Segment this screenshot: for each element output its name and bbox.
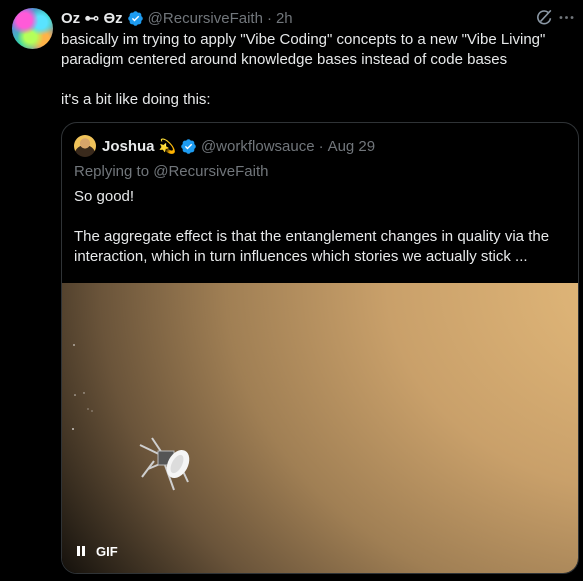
quoted-tweet-text: So good! The aggregate effect is that th… bbox=[74, 187, 570, 267]
quoted-author-name[interactable]: Joshua bbox=[102, 138, 155, 155]
quoted-text-line: So good! bbox=[74, 188, 135, 205]
grok-icon[interactable] bbox=[535, 8, 554, 27]
tweet-text-line: it's a bit like doing this: bbox=[61, 91, 211, 108]
tweet-text: basically im trying to apply "Vibe Codin… bbox=[61, 30, 566, 110]
sparkle-emoji-icon: 💫 bbox=[158, 137, 176, 154]
quoted-author-avatar[interactable] bbox=[74, 135, 96, 157]
verified-badge-icon bbox=[181, 138, 196, 154]
separator-dot: · bbox=[266, 9, 272, 27]
gif-badge: GIF bbox=[96, 543, 118, 559]
author-handle[interactable]: @RecursiveFaith bbox=[148, 10, 263, 27]
gif-media[interactable]: GIF bbox=[62, 283, 578, 573]
quoted-tweet-header: Joshua 💫 @workflowsauce · Aug 29 bbox=[74, 135, 376, 157]
tweet-text-line: basically im trying to apply "Vibe Codin… bbox=[61, 31, 546, 48]
more-icon[interactable] bbox=[557, 8, 576, 27]
verified-badge-icon bbox=[127, 10, 143, 26]
gif-controls: GIF bbox=[74, 541, 118, 561]
tweet[interactable]: Oz ⊷ Ɵz @RecursiveFaith · 2h basically i… bbox=[0, 0, 583, 581]
quoted-text-line: interaction, which in turn influences wh… bbox=[74, 248, 528, 265]
author-avatar[interactable] bbox=[12, 8, 53, 49]
separator-dot: · bbox=[318, 137, 324, 155]
spacecraft-illustration bbox=[72, 344, 190, 491]
quoted-tweet[interactable]: Joshua 💫 @workflowsauce · Aug 29 Replyin… bbox=[61, 122, 579, 574]
timestamp[interactable]: 2h bbox=[276, 10, 293, 27]
pause-icon[interactable] bbox=[74, 544, 88, 558]
tweet-text-line: paradigm centered around knowledge bases… bbox=[61, 51, 508, 68]
quoted-text-line: The aggregate effect is that the entangl… bbox=[74, 228, 550, 245]
tweet-header: Oz ⊷ Ɵz @RecursiveFaith · 2h bbox=[61, 8, 293, 28]
quoted-date[interactable]: Aug 29 bbox=[328, 138, 376, 155]
replying-to: Replying to @RecursiveFaith bbox=[74, 163, 269, 180]
quoted-author-handle[interactable]: @workflowsauce bbox=[201, 138, 315, 155]
author-name[interactable]: Oz ⊷ Ɵz bbox=[61, 9, 123, 27]
